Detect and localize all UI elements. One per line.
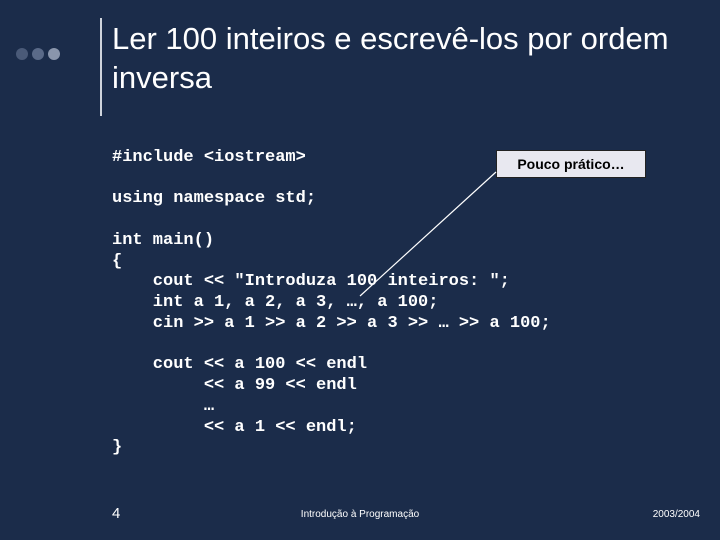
code-line: #include <iostream> — [112, 148, 306, 167]
dot-3 — [48, 48, 60, 60]
callout-text: Pouco prático… — [517, 156, 624, 172]
dot-1 — [16, 48, 28, 60]
code-block: #include <iostream> using namespace std;… — [112, 148, 551, 459]
code-line: … — [112, 397, 214, 416]
footer-center: Introdução à Programação — [0, 509, 720, 520]
code-line: cin >> a 1 >> a 2 >> a 3 >> … >> a 100; — [112, 314, 551, 333]
code-line: cout << "Introduza 100 inteiros: "; — [112, 272, 510, 291]
code-line: cout << a 100 << endl — [112, 355, 367, 374]
code-line: << a 99 << endl — [112, 376, 357, 395]
code-line: int a 1, a 2, a 3, …, a 100; — [112, 293, 438, 312]
slide-title: Ler 100 inteiros e escrevê-los por ordem… — [112, 20, 692, 98]
code-line: { — [112, 252, 122, 271]
callout-annotation: Pouco prático… — [496, 150, 646, 178]
footer-right: 2003/2004 — [653, 509, 700, 520]
decorative-dots — [16, 48, 60, 60]
code-line: int main() — [112, 231, 214, 250]
code-line: } — [112, 438, 122, 457]
title-rule — [100, 18, 102, 116]
code-line: << a 1 << endl; — [112, 418, 357, 437]
dot-2 — [32, 48, 44, 60]
code-line: using namespace std; — [112, 189, 316, 208]
